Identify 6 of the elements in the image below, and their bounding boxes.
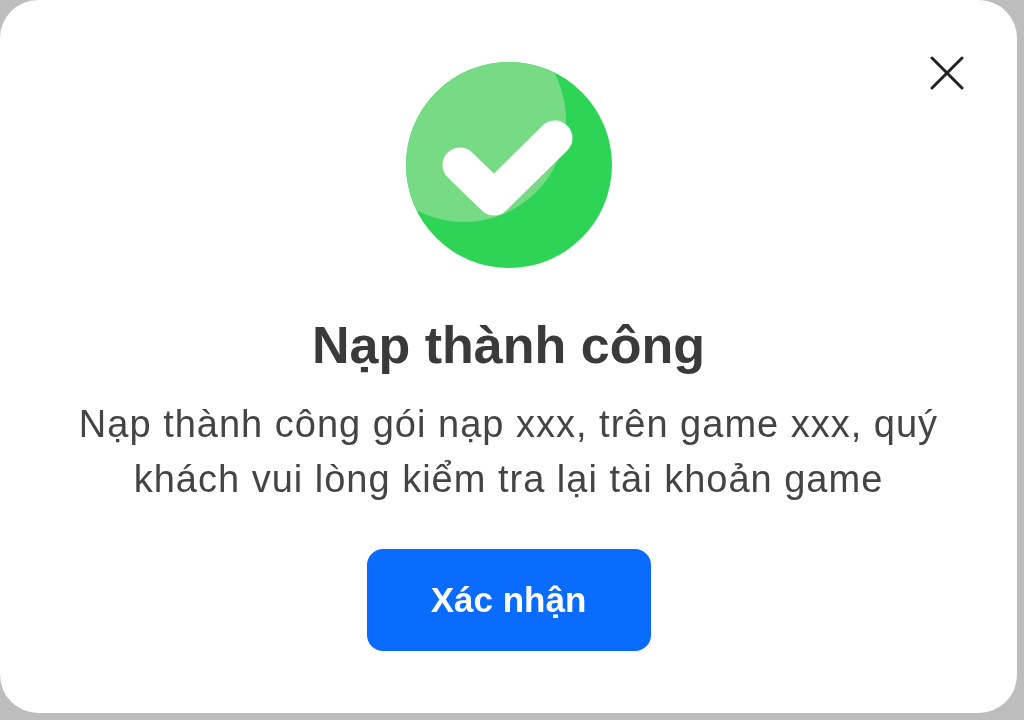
close-button[interactable] [930, 56, 964, 90]
close-icon [930, 56, 964, 90]
success-check-icon [405, 62, 612, 268]
dialog-message: Nạp thành công gói nạp xxx, trên game xxx, quý khách vui lòng kiểm tra lại tài khoản game [78, 402, 939, 502]
dialog-title: Nạp thành công [312, 315, 705, 375]
confirm-button[interactable]: Xác nhận [366, 549, 651, 651]
